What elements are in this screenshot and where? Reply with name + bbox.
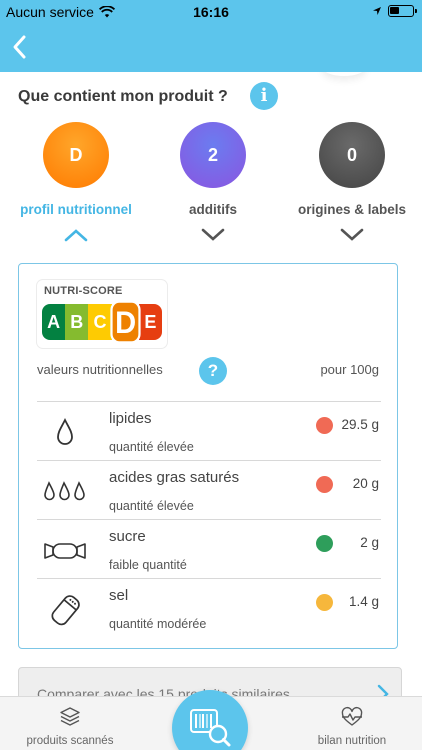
level-indicator-dot (316, 476, 333, 493)
nutrient-list: lipides quantité élevée 29.5 g acides gr… (37, 401, 381, 637)
nutrient-value: 2 g (360, 535, 379, 550)
nutrient-level: quantité modérée (109, 617, 207, 631)
nutrient-value: 1.4 g (348, 594, 379, 609)
level-indicator-dot (316, 535, 333, 552)
nutrient-level: quantité élevée (109, 499, 194, 513)
barcode-search-icon (190, 709, 231, 747)
chevron-up-icon (64, 229, 88, 242)
chevron-right-icon (377, 684, 389, 696)
clock: 16:16 (193, 4, 229, 20)
tab-scanned-products[interactable]: produits scannés (0, 697, 140, 750)
nutriscore-letter-d: D (109, 300, 141, 344)
level-indicator-dot (316, 417, 333, 434)
nutrient-level: faible quantité (109, 558, 187, 572)
nutrient-row-salt: sel quantité modérée 1.4 g (37, 578, 381, 637)
compare-label: Comparer avec les 15 produits similaires (37, 686, 290, 696)
candy-icon (44, 543, 86, 559)
salt-shaker-icon (51, 595, 80, 626)
nutrient-name: acides gras saturés (109, 469, 240, 486)
category-label: origines & labels (297, 202, 407, 217)
nutrient-value: 20 g (352, 476, 379, 491)
origins-count-circle: 0 (319, 122, 385, 188)
per-100g-label: pour 100g (320, 362, 379, 377)
chevron-down-icon (340, 228, 364, 241)
scroll-shadow (322, 72, 366, 76)
help-button[interactable]: ? (199, 357, 227, 385)
nutrient-value: 29.5 g (341, 417, 379, 432)
nutrient-row-sugar: sucre faible quantité 2 g (37, 519, 381, 578)
nutrition-panel: NUTRI-SCORE A B C D E valeurs nutritionn… (18, 263, 398, 649)
nutrient-level: quantité élevée (109, 440, 194, 454)
info-button[interactable]: i (250, 82, 278, 110)
nutrient-row-saturated-fat: acides gras saturés quantité élevée 20 g (37, 460, 381, 519)
nutriscore-scale: A B C D E (42, 300, 163, 344)
category-origins-labels[interactable]: 0 origines & labels (282, 122, 422, 243)
nutriscore-letter-b: B (65, 304, 89, 340)
drop-icon (57, 417, 73, 445)
nutrition-values-label: valeurs nutritionnelles (37, 362, 163, 377)
nutrient-name: sel (109, 587, 129, 604)
nutriscore-logo: NUTRI-SCORE A B C D E (37, 280, 167, 348)
category-additives[interactable]: 2 additifs (143, 122, 283, 243)
nutrient-row-fat: lipides quantité élevée 29.5 g (37, 401, 381, 460)
nutrient-name: sucre (109, 528, 146, 545)
top-bar: Aucun service 16:16 (0, 0, 422, 72)
tab-label: bilan nutrition (317, 735, 387, 747)
three-drops-icon (44, 481, 85, 501)
tab-nutrition-report[interactable]: bilan nutrition (282, 697, 422, 750)
back-button[interactable] (8, 32, 32, 62)
location-icon (373, 7, 381, 15)
nutrient-name: lipides (109, 410, 152, 427)
section-title: Que contient mon produit ? (18, 88, 228, 105)
nutriscore-letter-c: C (88, 304, 112, 340)
battery-icon (388, 5, 417, 17)
category-nutrition-profile[interactable]: D profil nutritionnel (6, 122, 146, 243)
category-label: additifs (188, 202, 237, 217)
heart-pulse-icon (341, 706, 363, 726)
chevron-down-icon (201, 228, 225, 241)
status-bar: Aucun service 16:16 (0, 0, 422, 24)
nutriscore-title: NUTRI-SCORE (44, 285, 123, 297)
additives-count-circle: 2 (180, 122, 246, 188)
category-label: profil nutritionnel (20, 202, 132, 217)
nutriscore-letter-a: A (42, 304, 66, 340)
nutrition-grade-circle: D (43, 122, 109, 188)
layers-icon (60, 707, 80, 726)
nutriscore-letter-e: E (138, 304, 163, 340)
level-indicator-dot (316, 594, 333, 611)
product-content: Que contient mon produit ? i D profil nu… (0, 72, 422, 696)
tab-label: produits scannés (26, 735, 114, 747)
